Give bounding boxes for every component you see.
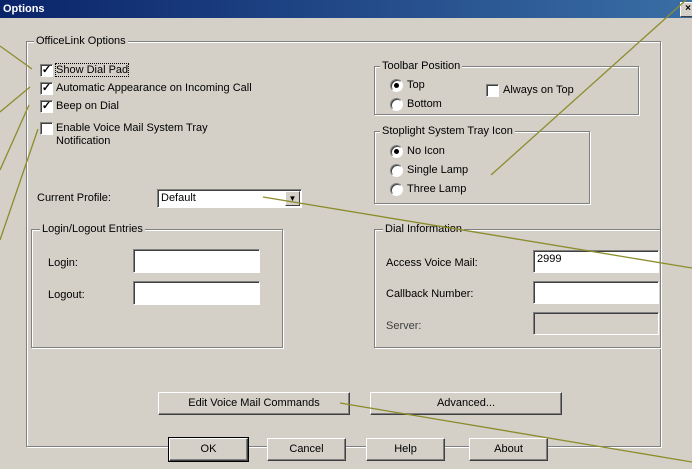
server-input: [533, 312, 659, 335]
always-on-top-label[interactable]: Always on Top: [503, 84, 574, 96]
voice-mail-tray-checkbox[interactable]: [40, 122, 53, 135]
login-label: Login:: [48, 257, 78, 269]
toolbar-top-radio[interactable]: [390, 79, 403, 92]
stoplight-no-icon-label[interactable]: No Icon: [407, 145, 445, 157]
options-window: Options × OfficeLink Options ✓ Show Dial…: [0, 0, 692, 469]
cancel-button[interactable]: Cancel: [267, 438, 346, 461]
chevron-down-icon[interactable]: ▼: [285, 191, 300, 206]
current-profile-select[interactable]: Default ▼: [157, 189, 302, 208]
toolbar-bottom-label[interactable]: Bottom: [407, 98, 442, 110]
stoplight-three-lamp-radio[interactable]: [390, 183, 403, 196]
window-title: Options: [3, 3, 45, 15]
access-voice-mail-label: Access Voice Mail:: [386, 257, 478, 269]
stoplight-single-lamp-label[interactable]: Single Lamp: [407, 164, 468, 176]
voice-mail-tray-label-line2[interactable]: Notification: [56, 135, 110, 147]
show-dial-pad-checkbox[interactable]: ✓: [40, 64, 53, 77]
about-button[interactable]: About: [469, 438, 548, 461]
advanced-button[interactable]: Advanced...: [370, 392, 562, 415]
title-bar: Options ×: [0, 0, 692, 18]
server-label: Server:: [386, 320, 422, 332]
current-profile-label: Current Profile:: [37, 192, 111, 204]
ok-button[interactable]: OK: [168, 437, 249, 462]
logout-label: Logout:: [48, 289, 85, 301]
auto-appearance-label[interactable]: Automatic Appearance on Incoming Call: [56, 82, 252, 94]
voice-mail-tray-label[interactable]: Enable Voice Mail System Tray: [56, 122, 208, 134]
officelink-options-legend: OfficeLink Options: [34, 35, 128, 47]
callback-number-label: Callback Number:: [386, 288, 474, 300]
login-input[interactable]: [133, 249, 260, 273]
stoplight-single-lamp-radio[interactable]: [390, 164, 403, 177]
show-dial-pad-label[interactable]: Show Dial Pad: [54, 63, 130, 77]
beep-on-dial-checkbox[interactable]: ✓: [40, 100, 53, 113]
toolbar-position-legend: Toolbar Position: [380, 60, 463, 72]
auto-appearance-checkbox[interactable]: ✓: [40, 82, 53, 95]
stoplight-three-lamp-label[interactable]: Three Lamp: [407, 183, 466, 195]
stoplight-no-icon-radio[interactable]: [390, 145, 403, 158]
login-logout-legend: Login/Logout Entries: [40, 223, 145, 235]
beep-on-dial-label[interactable]: Beep on Dial: [56, 100, 119, 112]
dial-information-legend: Dial Information: [383, 223, 465, 235]
toolbar-bottom-radio[interactable]: [390, 98, 403, 111]
always-on-top-checkbox[interactable]: [486, 84, 499, 97]
toolbar-top-label[interactable]: Top: [407, 79, 425, 91]
logout-input[interactable]: [133, 281, 260, 305]
callback-number-input[interactable]: [533, 281, 659, 304]
close-button[interactable]: ×: [680, 2, 692, 17]
current-profile-value: Default: [161, 192, 196, 204]
stoplight-tray-legend: Stoplight System Tray Icon: [380, 125, 515, 137]
edit-voice-mail-commands-button[interactable]: Edit Voice Mail Commands: [158, 392, 350, 415]
help-button[interactable]: Help: [366, 438, 445, 461]
access-voice-mail-input[interactable]: 2999: [533, 250, 659, 273]
